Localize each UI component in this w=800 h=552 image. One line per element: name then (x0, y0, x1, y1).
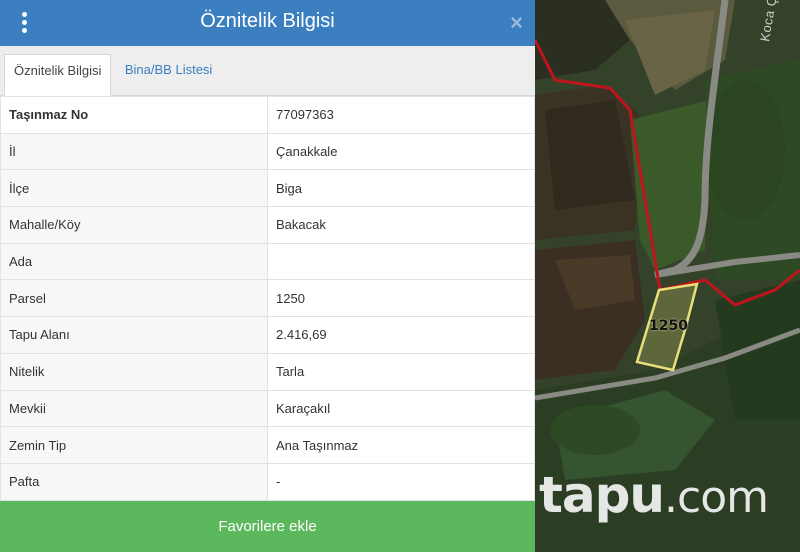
table-row: Taşınmaz No 77097363 (0, 96, 535, 134)
map-view[interactable]: 1250 Koca Çay tapu.com (535, 0, 800, 552)
attribute-key: Mevkii (0, 389, 268, 428)
table-row: İl Çanakkale (0, 132, 535, 171)
attribute-value: 77097363 (267, 96, 535, 134)
table-row: Pafta - (0, 462, 535, 501)
attribute-key: Taşınmaz No (0, 96, 268, 134)
table-row: Zemin Tip Ana Taşınmaz (0, 426, 535, 464)
panel-header: Öznitelik Bilgisi × (0, 0, 535, 46)
watermark-main: tapu (539, 466, 665, 524)
table-row: Parsel 1250 (0, 279, 535, 318)
attribute-value: Biga (267, 169, 535, 208)
close-icon[interactable]: × (510, 10, 523, 36)
parcel-number-label: 1250 (649, 318, 688, 334)
attribute-key: Mahalle/Köy (0, 206, 268, 244)
table-row: Mahalle/Köy Bakacak (0, 206, 535, 244)
attribute-key: Zemin Tip (0, 426, 268, 464)
attribute-value: Çanakkale (267, 132, 535, 171)
table-row: Nitelik Tarla (0, 352, 535, 391)
add-to-favorites-button[interactable]: Favorilere ekle (0, 501, 535, 552)
table-row: İlçe Biga (0, 169, 535, 208)
panel-title: Öznitelik Bilgisi (200, 10, 335, 32)
table-row: Ada (0, 242, 535, 281)
table-row: Mevkii Karaçakıl (0, 389, 535, 428)
attribute-key: Pafta (0, 462, 268, 501)
attribute-key: Nitelik (0, 352, 268, 391)
watermark-suffix: .com (664, 472, 769, 523)
tab-bar: Öznitelik Bilgisi Bina/BB Listesi (0, 46, 535, 96)
attribute-value: Bakacak (267, 206, 535, 244)
table-row: Tapu Alanı 2.416,69 (0, 316, 535, 354)
attribute-panel: Öznitelik Bilgisi × Öznitelik Bilgisi Bi… (0, 0, 535, 552)
tapu-watermark-logo: tapu.com (539, 466, 769, 524)
attribute-value: Karaçakıl (267, 389, 535, 428)
attribute-value: 2.416,69 (267, 316, 535, 354)
attribute-value: Ana Taşınmaz (267, 426, 535, 464)
attribute-value: - (267, 462, 535, 501)
attribute-value: 1250 (267, 279, 535, 318)
tab-attribute-info[interactable]: Öznitelik Bilgisi (4, 54, 112, 96)
attribute-value: Tarla (267, 352, 535, 391)
attribute-key: İl (0, 132, 268, 171)
attribute-key: Parsel (0, 279, 268, 318)
attribute-value (267, 242, 535, 281)
attribute-key: Ada (0, 242, 268, 281)
tab-building-list[interactable]: Bina/BB Listesi (116, 54, 221, 96)
attribute-key: İlçe (0, 169, 268, 208)
attribute-key: Tapu Alanı (0, 316, 268, 354)
attribute-table: Taşınmaz No 77097363 İl Çanakkale İlçe Biga… (0, 96, 535, 501)
